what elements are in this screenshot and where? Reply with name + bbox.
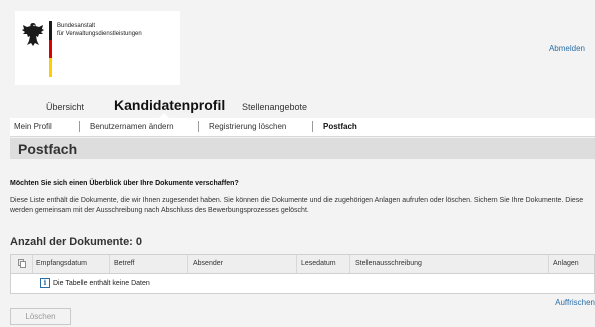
agency-name-line1: Bundesanstalt bbox=[57, 23, 96, 29]
info-icon: i bbox=[40, 278, 50, 288]
column-divider bbox=[349, 255, 350, 273]
tab-candidate-profile[interactable]: Kandidatenprofil bbox=[114, 97, 225, 113]
flag-stripe-gold bbox=[49, 58, 52, 77]
subnav-divider bbox=[79, 121, 80, 132]
column-divider bbox=[32, 255, 33, 273]
select-all-icon[interactable] bbox=[18, 259, 26, 268]
column-header-attachments[interactable]: Anlagen bbox=[553, 260, 579, 267]
empty-table-text: Die Tabelle enthält keine Daten bbox=[53, 279, 150, 287]
agency-name-line2: für Verwaltungsdienstleistungen bbox=[57, 30, 142, 37]
delete-button[interactable]: Löschen bbox=[10, 308, 71, 325]
agency-name: Bundesanstalt für Verwaltungsdienstleist… bbox=[57, 23, 142, 38]
column-header-job-posting[interactable]: Stellenausschreibung bbox=[355, 260, 422, 267]
documents-table: Empfangsdatum Betreff Absender Lesedatum… bbox=[10, 254, 595, 294]
subnav-my-profile[interactable]: Mein Profil bbox=[14, 122, 52, 131]
subnav-mailbox[interactable]: Postfach bbox=[323, 122, 357, 131]
column-header-subject[interactable]: Betreff bbox=[114, 260, 135, 267]
page-title: Postfach bbox=[18, 141, 78, 157]
flag-stripe bbox=[49, 21, 52, 77]
column-header-read-date[interactable]: Lesedatum bbox=[301, 260, 336, 267]
column-header-received-date[interactable]: Empfangsdatum bbox=[36, 260, 87, 267]
agency-logo: Bundesanstalt für Verwaltungsdienstleist… bbox=[15, 11, 180, 85]
subnav-delete-registration[interactable]: Registrierung löschen bbox=[209, 122, 286, 131]
tab-job-offers[interactable]: Stellenangebote bbox=[242, 102, 307, 112]
intro-question: Möchten Sie sich einen Überblick über Ih… bbox=[10, 180, 239, 187]
tab-overview[interactable]: Übersicht bbox=[46, 102, 84, 112]
column-divider bbox=[187, 255, 188, 273]
subnav-divider bbox=[198, 121, 199, 132]
refresh-link[interactable]: Auffrischen bbox=[555, 298, 595, 307]
column-divider bbox=[109, 255, 110, 273]
table-header: Empfangsdatum Betreff Absender Lesedatum… bbox=[11, 255, 594, 274]
column-divider bbox=[548, 255, 549, 273]
flag-stripe-black bbox=[49, 21, 52, 40]
column-divider bbox=[296, 255, 297, 273]
logout-link[interactable]: Abmelden bbox=[549, 44, 585, 53]
intro-description: Diese Liste enthält die Dokumente, die w… bbox=[10, 197, 584, 214]
page-heading-bar: Postfach bbox=[10, 138, 595, 159]
column-header-sender[interactable]: Absender bbox=[193, 260, 223, 267]
subnav-divider bbox=[312, 121, 313, 132]
subnav-change-username[interactable]: Benutzernamen ändern bbox=[90, 122, 174, 131]
main-tabs: Übersicht Kandidatenprofil Stellenangebo… bbox=[0, 93, 595, 116]
sub-navigation: Mein Profil Benutzernamen ändern Registr… bbox=[10, 118, 595, 137]
document-count-heading: Anzahl der Dokumente: 0 bbox=[10, 236, 143, 248]
flag-stripe-red bbox=[49, 39, 52, 59]
empty-table-message: i Die Tabelle enthält keine Daten bbox=[40, 278, 150, 288]
federal-eagle-icon bbox=[22, 23, 44, 46]
